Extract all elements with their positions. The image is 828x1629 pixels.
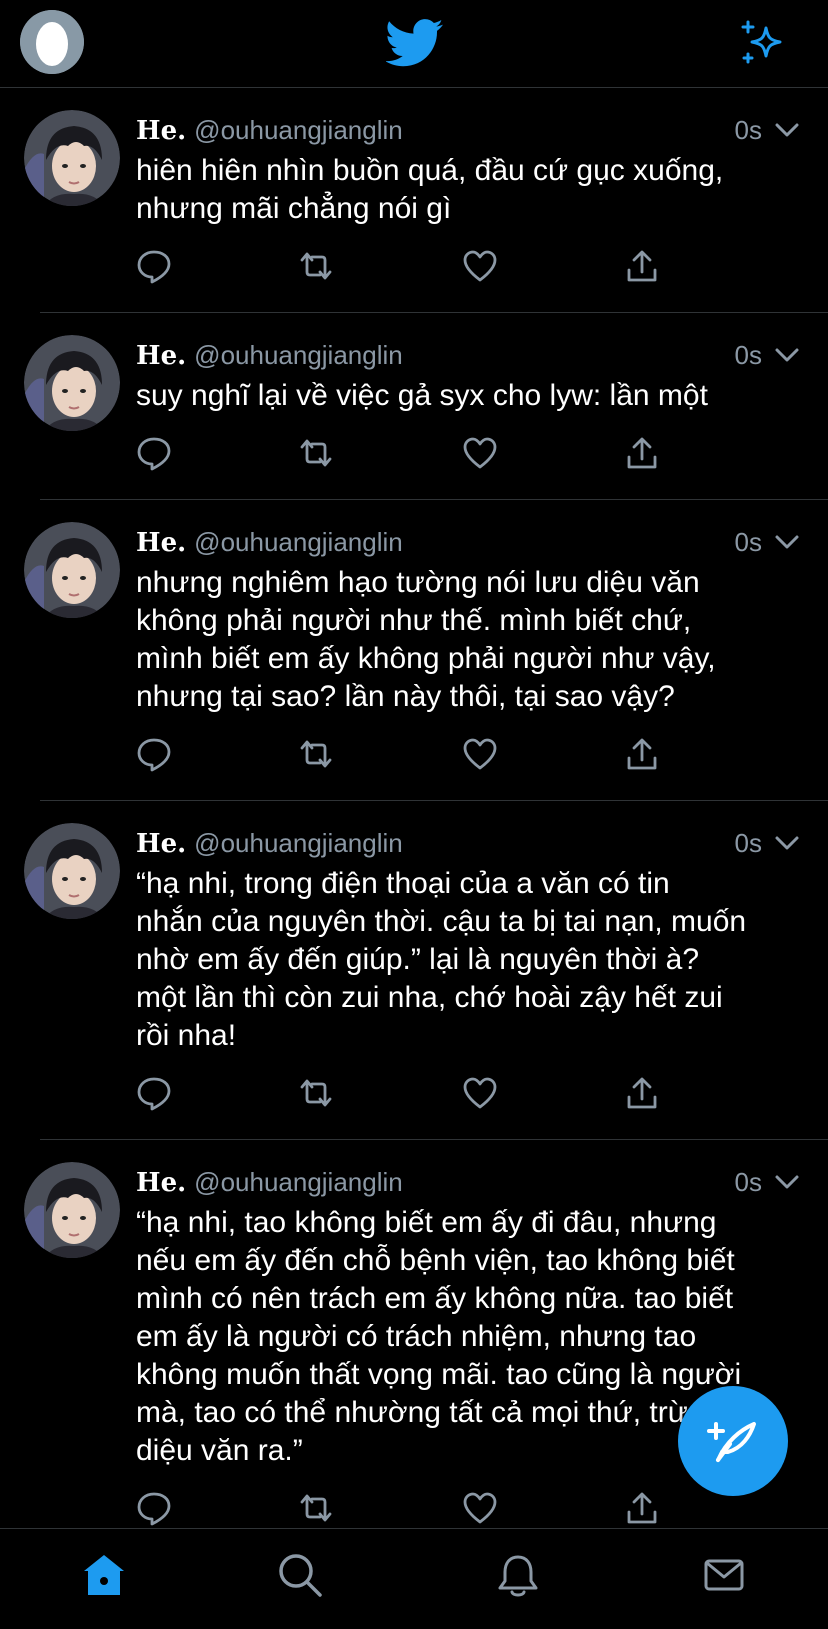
display-name[interactable]: He. — [136, 829, 186, 859]
chevron-down-icon[interactable] — [774, 1170, 800, 1194]
share-icon[interactable] — [624, 736, 660, 772]
tweet-header: He. @ouhuangjianglin 0s — [136, 110, 800, 150]
timestamp: 0s — [734, 340, 762, 370]
user-handle[interactable]: @ouhuangjianglin — [194, 115, 403, 145]
twitter-bird-icon[interactable] — [386, 18, 444, 68]
tweet[interactable]: He. @ouhuangjianglin 0s suy nghĩ lại về việ… — [24, 313, 828, 500]
tweet[interactable]: He. @ouhuangjianglin 0s nhưng nghiêm hạo tư… — [24, 500, 828, 801]
avatar[interactable] — [24, 110, 120, 206]
reply-icon[interactable] — [136, 1075, 172, 1111]
chevron-down-icon[interactable] — [774, 530, 800, 554]
timestamp: 0s — [734, 527, 762, 557]
sparkle-icon[interactable] — [738, 18, 786, 66]
tweet-actions — [136, 415, 828, 499]
egg-avatar-icon — [20, 10, 84, 74]
display-name[interactable]: He. — [136, 116, 186, 146]
share-icon[interactable] — [624, 1075, 660, 1111]
avatar[interactable] — [24, 1162, 120, 1258]
reply-icon[interactable] — [136, 1490, 172, 1526]
user-handle[interactable]: @ouhuangjianglin — [194, 1167, 403, 1197]
chevron-down-icon[interactable] — [774, 343, 800, 367]
user-handle[interactable]: @ouhuangjianglin — [194, 828, 403, 858]
avatar[interactable] — [24, 335, 120, 431]
retweet-icon[interactable] — [298, 435, 334, 471]
display-name[interactable]: He. — [136, 1168, 186, 1198]
timestamp: 0s — [734, 828, 762, 858]
bottom-tab-bar — [0, 1528, 828, 1629]
avatar-photo-icon — [24, 335, 120, 431]
avatar[interactable] — [24, 823, 120, 919]
tweet-header: He. @ouhuangjianglin 0s — [136, 1162, 800, 1202]
share-icon[interactable] — [624, 1490, 660, 1526]
tweet-actions — [136, 716, 828, 800]
notifications-icon[interactable] — [494, 1551, 542, 1599]
tweet-body: He. @ouhuangjianglin 0s hiên hiên nhìn buồn… — [0, 88, 828, 312]
tweet-actions — [136, 1055, 828, 1139]
profile-avatar[interactable] — [20, 10, 84, 74]
home-icon[interactable] — [80, 1551, 128, 1599]
timestamp: 0s — [734, 1167, 762, 1197]
messages-icon[interactable] — [700, 1551, 748, 1599]
compose-tweet-button[interactable] — [678, 1386, 788, 1496]
share-icon[interactable] — [624, 248, 660, 284]
like-icon[interactable] — [462, 736, 498, 772]
avatar-photo-icon — [24, 823, 120, 919]
timeline-feed[interactable]: He. @ouhuangjianglin 0s hiên hiên nhìn buồn… — [0, 88, 828, 1528]
retweet-icon[interactable] — [298, 1075, 334, 1111]
like-icon[interactable] — [462, 248, 498, 284]
compose-tweet-icon — [707, 1422, 756, 1462]
retweet-icon[interactable] — [298, 736, 334, 772]
share-icon[interactable] — [624, 435, 660, 471]
tweet-body: He. @ouhuangjianglin 0s “hạ nhi, trong điện… — [0, 801, 828, 1139]
reply-icon[interactable] — [136, 248, 172, 284]
tweet-body: He. @ouhuangjianglin 0s suy nghĩ lại về việ… — [0, 313, 828, 499]
chevron-down-icon[interactable] — [774, 831, 800, 855]
top-bar — [0, 0, 828, 88]
retweet-icon[interactable] — [298, 1490, 334, 1526]
avatar-photo-icon — [24, 1162, 120, 1258]
like-icon[interactable] — [462, 435, 498, 471]
avatar-photo-icon — [24, 522, 120, 618]
search-icon[interactable] — [276, 1551, 324, 1599]
user-handle[interactable]: @ouhuangjianglin — [194, 340, 403, 370]
reply-icon[interactable] — [136, 736, 172, 772]
tweet-header: He. @ouhuangjianglin 0s — [136, 335, 800, 375]
timestamp: 0s — [734, 115, 762, 145]
chevron-down-icon[interactable] — [774, 118, 800, 142]
retweet-icon[interactable] — [298, 248, 334, 284]
display-name[interactable]: He. — [136, 528, 186, 558]
tweet-actions — [136, 228, 828, 312]
tweet-header: He. @ouhuangjianglin 0s — [136, 823, 800, 863]
display-name[interactable]: He. — [136, 341, 186, 371]
tweet-body: He. @ouhuangjianglin 0s nhưng nghiêm hạo tư… — [0, 500, 828, 800]
avatar-photo-icon — [24, 110, 120, 206]
like-icon[interactable] — [462, 1075, 498, 1111]
like-icon[interactable] — [462, 1490, 498, 1526]
tweet[interactable]: He. @ouhuangjianglin 0s hiên hiên nhìn buồn… — [24, 88, 828, 313]
reply-icon[interactable] — [136, 435, 172, 471]
tweet-header: He. @ouhuangjianglin 0s — [136, 522, 800, 562]
avatar[interactable] — [24, 522, 120, 618]
user-handle[interactable]: @ouhuangjianglin — [194, 527, 403, 557]
tweet[interactable]: He. @ouhuangjianglin 0s “hạ nhi, trong điện… — [24, 801, 828, 1140]
